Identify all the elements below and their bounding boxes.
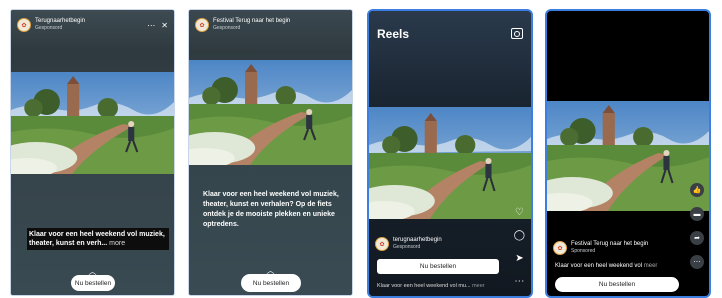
story-preview-2: ✿ Festival Terug naar het begin Gesponso…: [188, 9, 353, 296]
story-image: [189, 60, 352, 165]
story-header: ✿ Terugnaarhetbegin Gesponsord ⋯ ✕: [17, 18, 168, 32]
cta-button[interactable]: Nu bestellen: [555, 277, 679, 292]
story-caption: Klaar voor een heel weekend vol muziek, …: [203, 191, 339, 228]
reel-actions: 👍 ▬ ➦ ⋯: [690, 183, 704, 269]
camera-icon[interactable]: [511, 28, 523, 39]
reel-image: [369, 107, 531, 219]
like-icon[interactable]: 👍: [690, 183, 704, 197]
more-icon[interactable]: ⋯: [690, 255, 704, 269]
heart-icon[interactable]: ♡: [515, 207, 524, 218]
account-name[interactable]: Festival Terug naar het begin: [213, 18, 290, 25]
account-name[interactable]: terugnaarhetbegin: [393, 237, 442, 244]
avatar[interactable]: ✿: [17, 18, 31, 32]
story-header: ✿ Festival Terug naar het begin Gesponso…: [195, 18, 346, 32]
cta-button[interactable]: Nu bestellen: [71, 275, 115, 291]
comment-icon[interactable]: ◯: [514, 230, 525, 241]
reels-title: Reels: [377, 27, 410, 41]
reel-account: ✿ Festival Terug naar het begin Sponsore…: [553, 241, 679, 255]
more-link[interactable]: meer: [472, 283, 485, 289]
story-preview-1: ✿ Terugnaarhetbegin Gesponsord ⋯ ✕ Klaar…: [10, 9, 175, 296]
reel-account: ✿ terugnaarhetbegin Gesponsord: [375, 237, 501, 251]
story-caption: Klaar voor een heel weekend vol muziek, …: [27, 228, 169, 250]
avatar[interactable]: ✿: [375, 237, 389, 251]
story-image: [11, 72, 174, 174]
reel-caption: Klaar voor een heel weekend vol mu... me…: [377, 283, 485, 289]
fb-reels-preview: 👍 ▬ ➦ ⋯ ✿ Festival Terug naar het begin …: [545, 9, 711, 298]
reels-preview: Reels ♡ ◯ ➤ ⋯ ✿ terugnaarhetbegin Gespon…: [367, 9, 533, 298]
sponsored-label: Gesponsord: [213, 25, 241, 31]
more-icon[interactable]: ⋯: [147, 21, 155, 30]
cta-button[interactable]: Nu bestellen: [241, 274, 301, 292]
more-link[interactable]: more: [109, 240, 125, 247]
avatar[interactable]: ✿: [195, 18, 209, 32]
reel-actions: ♡ ◯ ➤ ⋯: [514, 207, 525, 287]
send-icon[interactable]: ➤: [515, 253, 523, 264]
close-icon[interactable]: ✕: [161, 21, 168, 30]
share-icon[interactable]: ➦: [690, 231, 704, 245]
sponsored-label: Sponsored: [571, 248, 596, 254]
sponsored-label: Gesponsord: [393, 244, 421, 250]
reel-image: [547, 101, 709, 211]
comment-icon[interactable]: ▬: [690, 207, 704, 221]
cta-button[interactable]: Nu bestellen: [377, 259, 499, 274]
sponsored-label: Gesponsord: [35, 25, 63, 31]
more-icon[interactable]: ⋯: [514, 276, 524, 287]
reel-caption: Klaar voor een heel weekend vol meer: [555, 263, 658, 269]
more-link[interactable]: meer: [644, 263, 658, 269]
account-name[interactable]: Festival Terug naar het begin: [571, 241, 648, 248]
avatar[interactable]: ✿: [553, 241, 567, 255]
account-name[interactable]: Terugnaarhetbegin: [35, 18, 85, 25]
